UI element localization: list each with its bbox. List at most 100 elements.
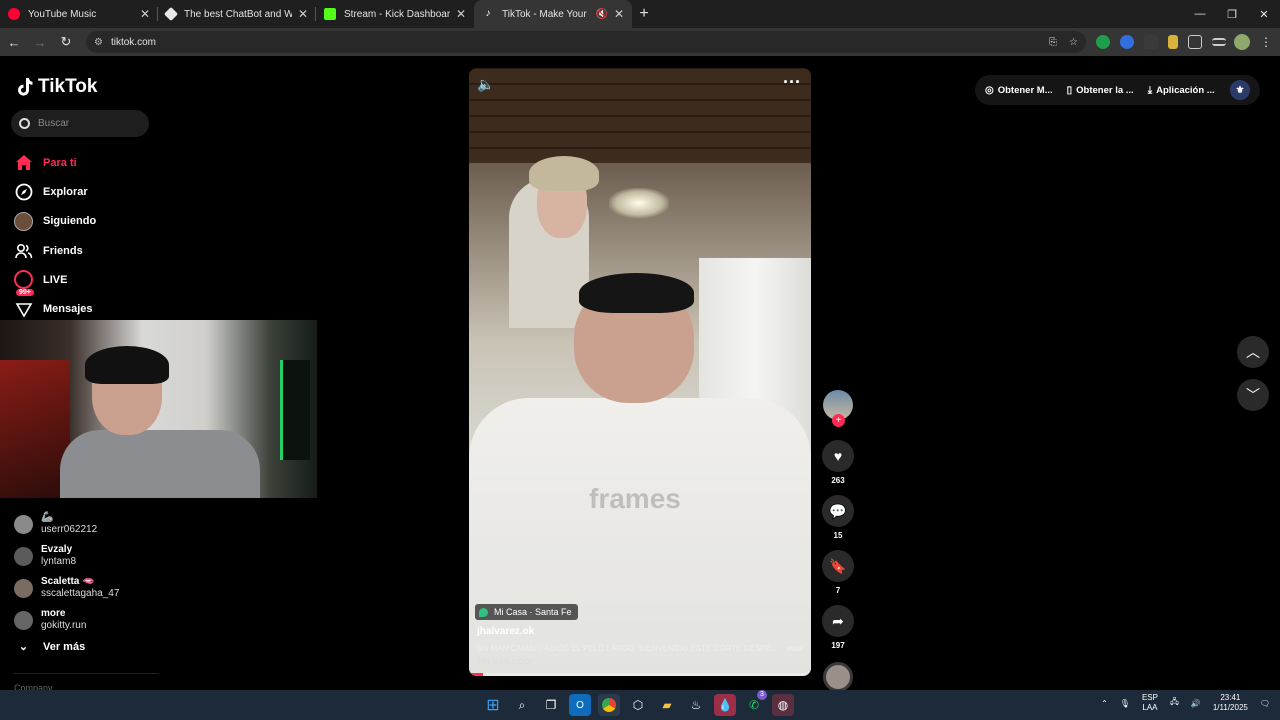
save-count: 7 — [835, 586, 841, 595]
browser-tab-strip: YouTube Music ✕ The best ChatBot and Wid… — [0, 0, 1280, 28]
windows-start-icon[interactable]: ⊞ — [482, 694, 504, 716]
close-window-icon[interactable]: ✕ — [1248, 8, 1280, 21]
task-view-icon[interactable]: ❐ — [540, 694, 562, 716]
install-app-icon[interactable]: ⎘ — [1049, 37, 1057, 48]
language-indicator[interactable]: ESP LAA — [1142, 693, 1158, 713]
phone-icon: ▯ — [1066, 84, 1073, 96]
search-input[interactable]: Buscar — [11, 110, 149, 137]
tab-kick-dashboard[interactable]: Stream - Kick Dashboard ✕ — [316, 0, 474, 28]
download-icon: ⤓ — [1147, 84, 1153, 96]
get-app-button[interactable]: ▯ Obtener la ... — [1067, 85, 1134, 96]
previous-video-button[interactable]: ︿ — [1237, 336, 1269, 368]
next-video-button[interactable]: ﹀ — [1237, 379, 1269, 411]
tab-tiktok[interactable]: ♪ TikTok - Make Your Day 🔇 ✕ — [474, 0, 632, 28]
chrome-icon[interactable] — [598, 694, 620, 716]
browser-menu-icon[interactable]: ⋮ — [1260, 35, 1272, 49]
desktop-app-button[interactable]: ⤓ Aplicación ... — [1148, 85, 1215, 96]
site-info-icon[interactable]: ⚙ — [94, 37, 103, 48]
window-controls: — ❐ ✕ — [1184, 8, 1280, 21]
chevron-up-icon: ︿ — [1246, 344, 1260, 360]
sidebar-item-para-ti[interactable]: Para ti — [14, 148, 96, 177]
comment-count: 15 — [833, 531, 843, 540]
get-coins-button[interactable]: ◎ Obtener M... — [985, 85, 1053, 96]
obs-icon[interactable]: ⬡ — [627, 694, 649, 716]
extension-pen-icon[interactable] — [1168, 35, 1178, 49]
close-tab-icon[interactable]: ✕ — [140, 7, 150, 21]
notifications-icon[interactable]: 🗨 — [1260, 699, 1270, 708]
search-placeholder: Buscar — [38, 118, 70, 129]
bookmark-star-icon[interactable]: ☆ — [1069, 37, 1078, 48]
sidebar-item-siguiendo[interactable]: Siguiendo — [14, 207, 96, 236]
volume-icon[interactable]: 🔈 — [477, 76, 494, 93]
caption-text: UN MAN CAMBIO ADIÓS EL PELO LARGO, BIENV… — [477, 644, 781, 653]
close-tab-icon[interactable]: ✕ — [614, 7, 624, 21]
following-account-item[interactable]: Scaletta 🫦 sscalettagaha_47 — [14, 572, 119, 604]
outlook-icon[interactable]: O — [569, 694, 591, 716]
save-button[interactable]: 🔖 — [822, 550, 854, 582]
extensions-puzzle-icon[interactable] — [1188, 35, 1202, 49]
search-icon — [19, 118, 30, 129]
follow-plus-icon[interactable]: + — [832, 414, 845, 427]
muted-speaker-icon[interactable]: 🔇 — [595, 9, 607, 20]
extension-dark-icon[interactable] — [1144, 35, 1158, 49]
sidebar-item-friends[interactable]: Friends — [14, 236, 96, 265]
inbox-icon — [14, 300, 33, 319]
address-bar[interactable]: ⚙ tiktok.com ⎘ ☆ — [86, 31, 1086, 53]
sound-disc-avatar[interactable] — [823, 662, 853, 692]
creator-avatar[interactable]: + — [823, 390, 853, 427]
chatbot-favicon-icon — [163, 6, 179, 22]
tab-youtube-music[interactable]: YouTube Music ✕ — [0, 0, 158, 28]
volume-tray-icon[interactable]: 🔊 — [1191, 699, 1201, 708]
system-tray: ⌃ 🎙 ESP LAA 🖧 🔊 23:41 1/11/2025 🗨 — [1101, 693, 1270, 713]
taskbar-search-icon[interactable]: ⌕ — [511, 694, 533, 716]
tray-chevron-up-icon[interactable]: ⌃ — [1101, 699, 1108, 708]
file-explorer-icon[interactable]: ▰ — [656, 694, 678, 716]
minimize-icon[interactable]: — — [1184, 8, 1216, 21]
like-count: 263 — [831, 476, 845, 485]
app-drop-icon[interactable]: 💧 — [714, 694, 736, 716]
video-progress-bar[interactable] — [469, 673, 811, 676]
see-translation-link[interactable]: Ver traducción — [477, 656, 535, 666]
bookmark-icon: 🔖 — [829, 557, 847, 574]
clock[interactable]: 23:41 1/11/2025 — [1213, 693, 1248, 713]
extension-blue-icon[interactable] — [1120, 35, 1134, 49]
share-button[interactable]: ➦ — [822, 605, 854, 637]
reading-list-icon[interactable] — [1212, 38, 1226, 46]
more-options-icon[interactable]: ··· — [783, 72, 801, 93]
close-tab-icon[interactable]: ✕ — [298, 7, 308, 21]
following-account-item[interactable]: 🦾 userr062212 — [14, 508, 119, 540]
microphone-icon[interactable]: 🎙 — [1120, 699, 1130, 708]
profile-avatar-icon[interactable] — [1234, 34, 1250, 50]
steam-icon[interactable]: ♨ — [685, 694, 707, 716]
friends-icon — [14, 241, 33, 260]
location-tag[interactable]: Mi Casa · Santa Fe — [475, 604, 578, 620]
ver-mas-button[interactable]: ⌄ Ver más — [14, 640, 119, 654]
tiktok-favicon-icon: ♪ — [485, 8, 491, 19]
browser-toolbar: ← → ↻ ⚙ tiktok.com ⎘ ☆ ⋮ — [0, 28, 1280, 56]
following-account-item[interactable]: more gokitty.run — [14, 604, 119, 636]
forward-arrow-icon[interactable]: → — [28, 35, 52, 50]
restore-icon[interactable]: ❐ — [1216, 8, 1248, 21]
comment-button[interactable]: 💬 — [822, 495, 854, 527]
new-tab-button[interactable]: + — [632, 5, 656, 23]
video-author[interactable]: jhalvarez.ok — [477, 626, 534, 637]
tab-chatbot-widgets[interactable]: The best ChatBot and Widgets ✕ — [158, 0, 316, 28]
video-player[interactable]: frames 🔈 ··· Mi Casa · Santa Fe jhalvare… — [469, 68, 811, 676]
app-circle-icon[interactable]: ◍ — [772, 694, 794, 716]
avatar — [14, 578, 33, 598]
sidebar-item-explorar[interactable]: Explorar — [14, 177, 96, 206]
caption-more-button[interactable]: más — [787, 644, 803, 653]
whatsapp-icon[interactable]: ✆ 3 — [743, 690, 767, 716]
sidebar-item-label: Friends — [43, 244, 83, 257]
reload-icon[interactable]: ↻ — [54, 34, 78, 50]
network-icon[interactable]: 🖧 — [1170, 696, 1179, 710]
top-actions-bar: ◎ Obtener M... ▯ Obtener la ... ⤓ Aplica… — [975, 75, 1260, 105]
account-username: gokitty.run — [41, 620, 87, 631]
back-arrow-icon[interactable]: ← — [2, 35, 26, 50]
extension-green-icon[interactable] — [1096, 35, 1110, 49]
profile-avatar[interactable]: ⚜ — [1230, 80, 1250, 100]
close-tab-icon[interactable]: ✕ — [456, 7, 466, 21]
tiktok-logo[interactable]: TikTok — [16, 76, 97, 98]
following-account-item[interactable]: Evzaly lyntam8 — [14, 540, 119, 572]
like-button[interactable]: ♥ — [822, 440, 854, 472]
